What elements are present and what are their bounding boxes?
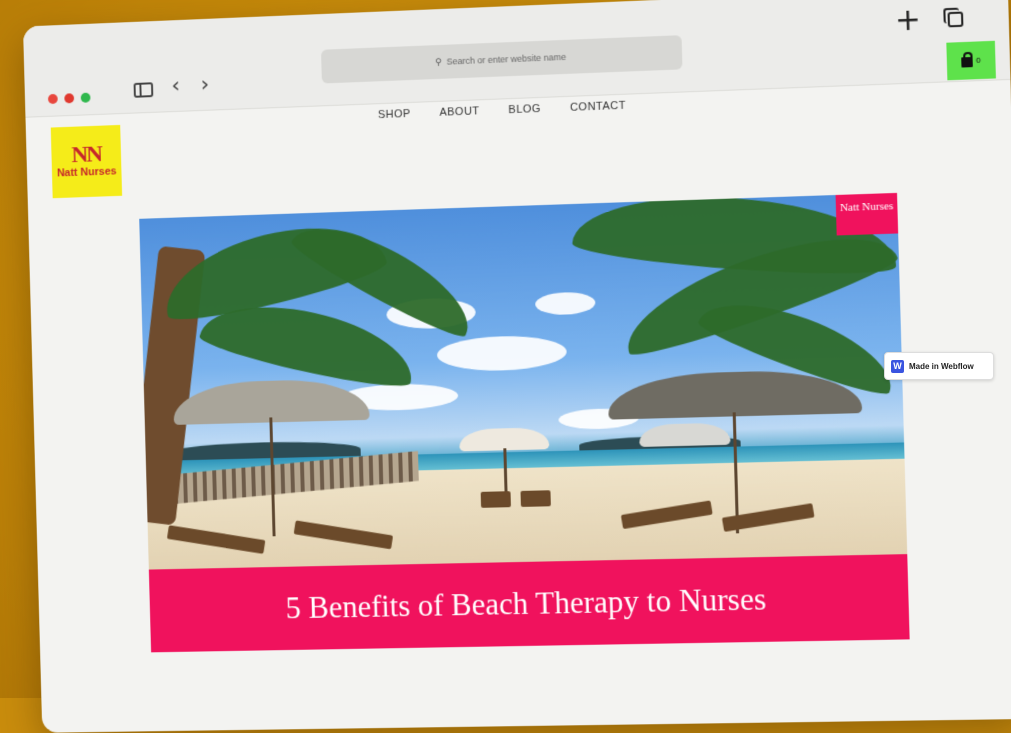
address-placeholder: Search or enter website name <box>446 51 567 67</box>
address-bar[interactable]: ⚲ Search or enter website name <box>320 35 683 84</box>
menu-item-contact[interactable]: CONTACT <box>570 100 626 114</box>
minimize-window-button[interactable] <box>64 93 75 104</box>
forward-arrow-icon[interactable]: › <box>200 72 209 97</box>
menu-item-about[interactable]: ABOUT <box>439 105 479 118</box>
cloud <box>436 334 568 373</box>
cloud <box>534 291 596 316</box>
tab-overview-icon[interactable] <box>947 11 964 28</box>
search-icon: ⚲ <box>434 56 442 67</box>
hero-title-banner[interactable]: 5 Benefits of Beach Therapy to Nurses <box>148 554 910 653</box>
menu-item-shop[interactable]: SHOP <box>378 108 411 121</box>
menu-item-blog[interactable]: BLOG <box>508 103 541 116</box>
beach-umbrella <box>638 422 731 447</box>
close-window-button[interactable] <box>47 93 58 105</box>
cart-button[interactable]: 0 <box>946 40 996 81</box>
zoom-window-button[interactable] <box>80 92 91 103</box>
hero-logo-badge: Natt Nurses <box>835 192 899 236</box>
logo-mark: NN <box>71 141 102 169</box>
cart-count: 0 <box>975 55 981 65</box>
webflow-label: Made in Webflow <box>909 361 974 371</box>
browser-window: ‹ › ⚲ Search or enter website name + 0 N… <box>22 0 1011 733</box>
new-tab-plus-icon[interactable]: + <box>895 2 922 39</box>
beach-lounger <box>520 490 551 507</box>
main-menu: SHOP ABOUT BLOG CONTACT <box>378 100 626 121</box>
hero-title: 5 Benefits of Beach Therapy to Nurses <box>285 581 767 626</box>
site-logo[interactable]: NN Natt Nurses <box>50 124 123 199</box>
back-arrow-icon[interactable]: ‹ <box>171 73 180 98</box>
hero-image[interactable]: Natt Nurses 5 Benefits of Beach Therapy … <box>139 192 910 653</box>
shopping-bag-icon <box>961 56 974 68</box>
window-controls <box>47 92 91 105</box>
beach-lounger <box>480 491 511 508</box>
sidebar-toggle-icon[interactable] <box>133 82 154 98</box>
made-in-webflow-badge[interactable]: W Made in Webflow <box>884 352 994 380</box>
logo-text: Natt Nurses <box>56 165 117 180</box>
webflow-icon: W <box>891 359 904 373</box>
